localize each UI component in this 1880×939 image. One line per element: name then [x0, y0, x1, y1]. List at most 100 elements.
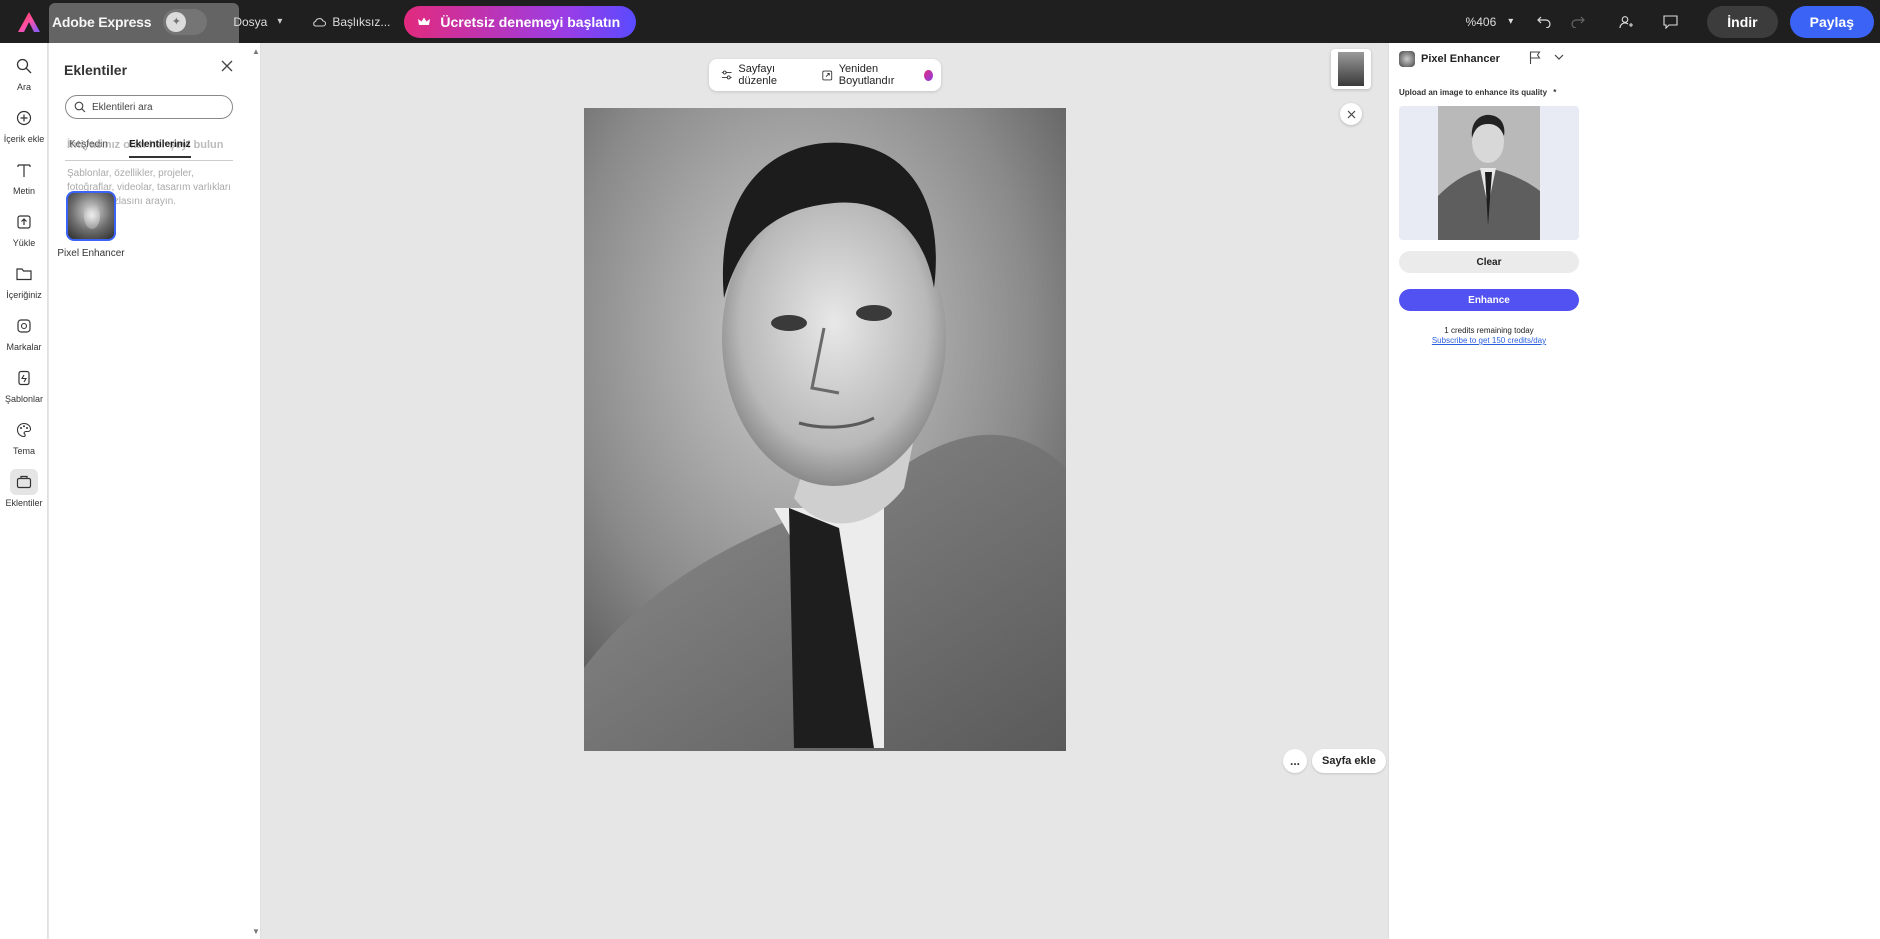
adobe-express-logo-icon[interactable] [18, 11, 40, 32]
crown-icon [418, 17, 431, 25]
addon-card-pixel-enhancer[interactable]: Pixel Enhancer [57, 191, 125, 260]
file-menu-button[interactable]: Dosya ▾ [223, 6, 292, 38]
flag-icon[interactable] [1529, 51, 1541, 64]
page-thumbnail[interactable] [1331, 49, 1371, 89]
upload-icon [10, 209, 38, 235]
zoom-dropdown[interactable]: %406 ▾ [1466, 15, 1514, 29]
rail-item-upload[interactable]: Yükle [0, 209, 48, 248]
required-mark: * [1553, 88, 1557, 97]
document-name-button[interactable]: Başlıksız... [312, 15, 390, 29]
rail-item-text[interactable]: Metin [0, 157, 48, 196]
panel-title: Pixel Enhancer [1421, 53, 1500, 65]
rail-item-label: Tema [12, 446, 35, 456]
panel-title: Eklentiler [64, 62, 128, 78]
pixel-enhancer-panel: Pixel Enhancer Upload an image to enhanc… [1388, 43, 1880, 939]
app-name: Adobe Express [52, 13, 152, 30]
left-rail: Ara İçerik ekle Metin Yükle İçeriğiniz M… [0, 43, 48, 939]
premium-crown-icon [924, 69, 933, 81]
document-name: Başlıksız... [332, 14, 391, 29]
rail-item-label: İçeriğiniz [6, 290, 42, 300]
rail-item-label: İçerik ekle [3, 134, 45, 144]
brand: Adobe Express ✦ Dosya ▾ Başlıksız... Ücr… [0, 0, 637, 43]
add-page-button[interactable]: Sayfa ekle [1312, 749, 1386, 773]
addons-search-input[interactable] [92, 101, 222, 113]
addons-search-field[interactable] [65, 95, 233, 119]
file-menu-label: Dosya [233, 14, 268, 29]
canvas-toolbar: Sayfayı düzenle Yeniden Boyutlandır [709, 59, 941, 91]
resize-label: Yeniden Boyutlandır [838, 63, 895, 87]
enhance-button[interactable]: Enhance [1399, 289, 1579, 311]
start-trial-button[interactable]: Ücretsiz denemeyi başlatın [404, 5, 637, 38]
chevron-down-icon: ▾ [277, 16, 283, 27]
rail-item-templates[interactable]: Şablonlar [0, 365, 48, 404]
enhance-label: Enhance [1468, 294, 1510, 306]
rail-item-label: Eklentiler [5, 498, 43, 508]
brand-icon [10, 313, 38, 339]
credits-remaining: 1 credits remaining today [1444, 326, 1534, 335]
share-button[interactable]: Paylaş [1789, 5, 1874, 38]
undo-icon[interactable] [1529, 7, 1559, 37]
addons-tabs: Keşfedin Eklentileriniz [65, 139, 233, 161]
resize-icon [822, 70, 833, 80]
close-icon[interactable] [1340, 103, 1362, 125]
rail-item-label: Ara [16, 82, 31, 92]
cloud-icon [313, 17, 327, 27]
generative-toggle[interactable]: ✦ [163, 8, 208, 35]
download-label: İndir [1727, 13, 1758, 30]
collaborate-icon[interactable] [1611, 7, 1641, 37]
add-page-label: Sayfa ekle [1322, 755, 1376, 767]
uploaded-image-dropzone[interactable] [1399, 106, 1579, 240]
edit-page-button[interactable]: Sayfayı düzenle [709, 59, 810, 91]
templates-icon [10, 365, 38, 391]
rail-item-brands[interactable]: Markalar [0, 313, 48, 352]
zoom-value: %406 [1465, 14, 1497, 29]
resize-button[interactable]: Yeniden Boyutlandır [810, 59, 941, 91]
panel-scrollbar[interactable]: ▲ ▼ [251, 43, 261, 939]
share-label: Paylaş [1809, 13, 1854, 30]
upload-label-text: Upload an image to enhance its quality [1399, 88, 1548, 97]
rail-item-label: Şablonlar [4, 394, 44, 404]
scroll-down-icon[interactable]: ▼ [252, 927, 260, 936]
search-icon [74, 101, 86, 113]
subscribe-link[interactable]: Subscribe to get 150 credits/day [1399, 336, 1579, 345]
edit-page-label: Sayfayı düzenle [738, 63, 777, 87]
tab-discover[interactable]: Keşfedin [69, 139, 108, 156]
rail-item-theme[interactable]: Tema [0, 417, 48, 456]
redo-icon[interactable] [1563, 7, 1593, 37]
start-trial-label: Ücretsiz denemeyi başlatın [440, 13, 621, 30]
addons-icon [10, 469, 38, 495]
folder-icon [10, 261, 38, 287]
clear-button[interactable]: Clear [1399, 251, 1579, 273]
uploaded-image-preview [1438, 106, 1540, 240]
rail-item-add-content[interactable]: İçerik ekle [0, 105, 48, 144]
portrait-image [584, 108, 1066, 751]
rail-item-search[interactable]: Ara [0, 53, 48, 92]
chevron-down-icon[interactable] [1553, 51, 1565, 63]
rail-item-addons[interactable]: Eklentiler [0, 469, 48, 508]
rail-item-label: Markalar [6, 342, 42, 352]
tab-your-addons[interactable]: Eklentileriniz [129, 139, 191, 158]
rail-item-label: Metin [12, 186, 35, 196]
top-bar: Adobe Express ✦ Dosya ▾ Başlıksız... Ücr… [0, 0, 1880, 43]
top-right-actions: %406 ▾ İndir Paylaş [1466, 0, 1880, 43]
comment-icon[interactable] [1655, 7, 1685, 37]
sliders-icon [721, 70, 732, 80]
close-icon[interactable] [219, 58, 235, 74]
pixel-enhancer-icon [1399, 51, 1415, 67]
scroll-up-icon[interactable]: ▲ [252, 47, 260, 56]
addon-thumbnail [66, 191, 116, 241]
sparkle-icon: ✦ [166, 11, 187, 32]
chevron-down-icon: ▾ [1508, 16, 1514, 27]
rail-item-your-content[interactable]: İçeriğiniz [0, 261, 48, 300]
rail-item-label: Yükle [12, 238, 36, 248]
download-button[interactable]: İndir [1707, 5, 1778, 38]
addon-name: Pixel Enhancer [57, 248, 125, 259]
text-icon [10, 157, 38, 183]
canvas-area: Sayfayı düzenle Yeniden Boyutlandır ... … [262, 43, 1387, 939]
upload-label: Upload an image to enhance its quality * [1399, 88, 1556, 97]
more-options-button[interactable]: ... [1283, 749, 1307, 773]
add-circle-icon [10, 105, 38, 131]
clear-label: Clear [1476, 256, 1502, 268]
page-thumbnail-image [1338, 52, 1364, 86]
canvas-photo[interactable] [584, 108, 1066, 751]
